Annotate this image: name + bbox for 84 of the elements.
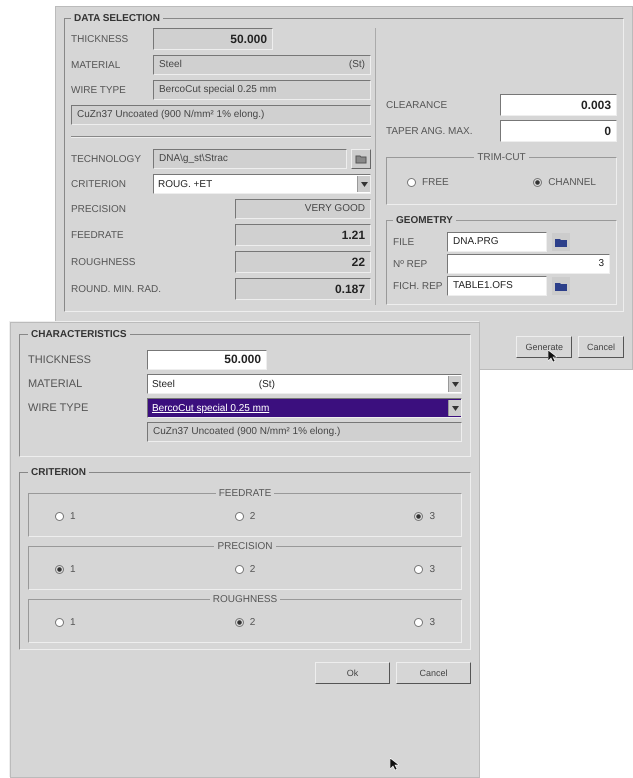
field-label: CLEARANCE	[386, 100, 448, 110]
result-label: ROUND. MIN. RAD.	[71, 284, 162, 294]
radio-label: 3	[429, 511, 435, 522]
result-label: ROUGHNESS	[71, 256, 136, 268]
dialog-button[interactable]: Ok	[315, 662, 390, 684]
folder-icon	[355, 154, 367, 164]
result-label: PRECISION	[71, 204, 128, 214]
field-label: MATERIAL	[28, 378, 84, 390]
wire-type-dropdown[interactable]: BercoCut special 0.25 mm	[147, 398, 462, 418]
radio-button[interactable]	[55, 512, 64, 521]
field-label: Nº REP	[393, 258, 428, 270]
radio-button[interactable]	[55, 618, 64, 627]
result-value: VERY GOOD	[235, 199, 371, 219]
file-field[interactable]: TABLE1.OFS	[447, 276, 547, 296]
group-title: TRIM-CUT	[476, 152, 527, 163]
dropdown-arrow-icon	[452, 406, 458, 410]
field-label: FILE	[393, 236, 416, 248]
wire-description: CuZn37 Uncoated (900 N/mm² 1% elong.)	[147, 422, 462, 442]
field-label: FICH. REP	[393, 280, 443, 292]
radio-label: 2	[250, 564, 256, 575]
browse-button[interactable]	[551, 232, 571, 252]
result-value: 22	[235, 251, 371, 273]
folder-icon	[554, 280, 568, 292]
result-label: FEEDRATE	[71, 230, 125, 240]
dialog-button[interactable]: Generate	[516, 336, 572, 358]
browse-button[interactable]	[351, 149, 371, 169]
field-label: CRITERION	[71, 178, 127, 190]
dropdown-arrow-icon	[360, 182, 368, 186]
dialog-button[interactable]: Cancel	[578, 336, 624, 358]
criterion-dropdown[interactable]: ROUG. +ET	[153, 174, 371, 194]
group-title: GEOMETRY	[395, 215, 454, 226]
dropdown-arrow-icon	[452, 382, 458, 386]
clearance-field[interactable]: 0.003	[500, 94, 617, 116]
file-field[interactable]: DNA.PRG	[447, 232, 547, 252]
radio-button[interactable]	[414, 618, 424, 627]
radio-button[interactable]	[414, 512, 424, 521]
material-code: (St)	[258, 378, 275, 390]
radio-label: 3	[429, 564, 435, 575]
radio-button[interactable]	[55, 565, 64, 574]
radio-button[interactable]	[234, 512, 244, 521]
group-title: ROUGHNESS	[212, 594, 278, 605]
group-title: DATA SELECTION	[73, 13, 161, 24]
folder-icon	[554, 236, 568, 248]
radio-label: CHANNEL	[548, 177, 596, 188]
field-label: TAPER ANG. MAX.	[386, 126, 474, 136]
material-name: Steel	[159, 59, 182, 71]
radio-label: 1	[70, 617, 76, 628]
radio-button[interactable]	[414, 565, 424, 574]
radio-button[interactable]	[533, 178, 542, 187]
technology-field: DNA\g_st\Strac	[153, 149, 347, 169]
taper-field[interactable]: 0	[500, 120, 617, 142]
dialog-button[interactable]: Cancel	[396, 662, 471, 684]
result-value: 0.187	[235, 278, 371, 300]
radio-button[interactable]	[234, 618, 244, 627]
mouse-pointer-icon	[548, 350, 557, 363]
thickness-field: 50.000	[153, 28, 273, 50]
radio-label: 3	[429, 617, 435, 628]
number-field[interactable]: 3	[447, 254, 610, 274]
field-label: WIRE TYPE	[28, 402, 90, 414]
browse-button[interactable]	[551, 276, 571, 296]
radio-label: 2	[250, 511, 256, 522]
mouse-pointer-icon	[390, 758, 399, 771]
thickness-field[interactable]: 50.000	[147, 350, 267, 370]
group-title: PRECISION	[216, 541, 274, 552]
material-code: (St)	[348, 59, 365, 71]
group-title: CHARACTERISTICS	[30, 329, 128, 340]
wire-type-field: BercoCut special 0.25 mm	[153, 80, 371, 100]
material-dropdown[interactable]: Steel (St)	[147, 374, 462, 394]
field-label: MATERIAL	[71, 60, 122, 70]
field-label: WIRE TYPE	[71, 84, 127, 96]
group-title: CRITERION	[30, 467, 87, 478]
radio-label: FREE	[422, 177, 449, 188]
radio-button[interactable]	[407, 178, 416, 187]
radio-label: 1	[70, 564, 76, 575]
result-value: 1.21	[235, 224, 371, 246]
radio-button[interactable]	[234, 565, 244, 574]
field-label: TECHNOLOGY	[71, 154, 142, 164]
radio-label: 2	[250, 617, 256, 628]
wire-description: CuZn37 Uncoated (900 N/mm² 1% elong.)	[71, 105, 371, 125]
radio-label: 1	[70, 511, 76, 522]
field-label: THICKNESS	[71, 34, 130, 44]
group-title: FEEDRATE	[218, 488, 272, 499]
field-label: THICKNESS	[28, 354, 92, 366]
material-name: Steel	[151, 378, 175, 390]
